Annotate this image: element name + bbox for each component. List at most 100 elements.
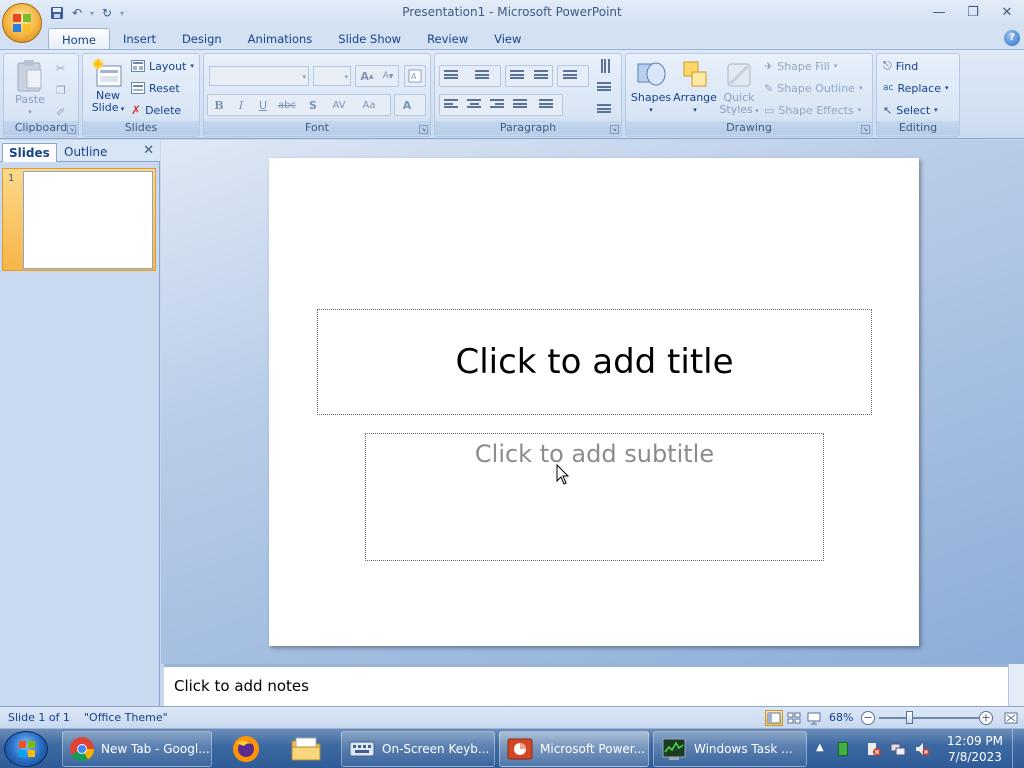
minimize-button[interactable]: — [922, 0, 956, 24]
change-case-icon[interactable]: Aa [358, 95, 380, 115]
slide-thumbnail-row[interactable]: 1 [2, 168, 156, 271]
align-left-icon[interactable] [440, 95, 462, 115]
clipboard-launcher-icon[interactable]: ↘ [67, 125, 76, 134]
grow-font-icon[interactable]: A ▲ [356, 66, 378, 86]
slide-thumbnail[interactable] [23, 171, 153, 269]
select-button[interactable]: ↖ Select ▾ [883, 100, 938, 120]
drawing-launcher-icon[interactable]: ↘ [861, 125, 870, 134]
font-name-combo[interactable]: ▾ [209, 66, 309, 86]
clear-formatting-icon[interactable]: A [404, 66, 426, 86]
strikethrough-icon[interactable]: abc [276, 95, 298, 115]
delete-slide-button[interactable]: ✗ Delete [131, 100, 181, 120]
tab-home[interactable]: Home [48, 28, 110, 50]
window-title: Presentation1 - Microsoft PowerPoint [402, 5, 622, 19]
format-painter-icon[interactable]: ✐ [56, 102, 65, 122]
zoom-slider[interactable] [879, 717, 979, 719]
action-center-icon[interactable] [866, 741, 882, 757]
bold-icon[interactable]: B [208, 95, 230, 115]
align-center-icon[interactable] [463, 95, 485, 115]
replace-icon: ac [883, 83, 894, 93]
slide-show-view-icon[interactable] [805, 710, 823, 726]
text-shadow-icon[interactable]: S [302, 95, 324, 115]
normal-view-icon[interactable] [765, 710, 783, 726]
bullets-icon[interactable] [440, 66, 462, 86]
zoom-out-icon[interactable]: − [861, 711, 875, 725]
subtitle-placeholder[interactable]: Click to add subtitle [365, 433, 824, 561]
fit-to-window-icon[interactable] [1002, 710, 1020, 726]
increase-indent-icon[interactable] [530, 66, 552, 86]
maximize-button[interactable]: ❐ [956, 0, 990, 24]
font-launcher-icon[interactable]: ↘ [419, 125, 428, 134]
shapes-button[interactable]: Shapes ▾ [630, 58, 672, 116]
tab-review[interactable]: Review [414, 28, 481, 50]
line-spacing-icon[interactable] [559, 66, 581, 86]
show-desktop-button[interactable] [1012, 729, 1024, 768]
slides-pane: Slides Outline ✕ 1 [0, 140, 160, 706]
arrange-button[interactable]: Arrange ▾ [673, 58, 717, 116]
character-spacing-icon[interactable]: AV [328, 95, 350, 115]
taskbar-item-chrome[interactable]: New Tab - Googl... [62, 731, 212, 767]
help-icon[interactable]: ? [1004, 30, 1020, 46]
numbering-icon[interactable] [471, 66, 493, 86]
zoom-level-label[interactable]: 68% [829, 711, 853, 724]
show-hidden-icons-icon[interactable]: ▲ [816, 742, 824, 753]
new-slide-icon [92, 58, 122, 87]
shape-effects-button[interactable]: ▭ Shape Effects ▾ [764, 100, 861, 120]
smartart-icon[interactable] [593, 100, 615, 120]
align-text-icon[interactable] [593, 78, 615, 98]
taskbar-item-firefox[interactable] [224, 731, 268, 767]
slide-sorter-view-icon[interactable] [785, 710, 803, 726]
slide-canvas[interactable]: Click to add title Click to add subtitle [269, 158, 919, 646]
decrease-indent-icon[interactable] [506, 66, 528, 86]
shape-outline-button[interactable]: ✎ Shape Outline ▾ [764, 78, 862, 98]
justify-icon[interactable] [509, 95, 531, 115]
italic-icon[interactable]: I [230, 95, 252, 115]
office-button[interactable] [2, 3, 42, 43]
taskbar-item-onscreen-keyboard[interactable]: On-Screen Keyb... [341, 731, 495, 767]
find-button[interactable]: ⎋ Find [883, 56, 918, 76]
tab-slides[interactable]: Slides [2, 143, 57, 162]
network-icon[interactable] [890, 741, 906, 757]
font-size-combo[interactable]: ▾ [313, 66, 351, 86]
zoom-in-icon[interactable]: + [979, 711, 993, 725]
taskbar-item-explorer[interactable] [284, 731, 328, 767]
replace-button[interactable]: ac Replace ▾ [883, 78, 949, 98]
tray-app-icon[interactable] [838, 742, 848, 756]
clock[interactable]: 12:09 PM 7/8/2023 [940, 733, 1010, 765]
layout-button[interactable]: Layout ▾ [131, 56, 194, 76]
shape-fill-button[interactable]: ✈ Shape Fill ▾ [764, 56, 837, 76]
tab-slide-show[interactable]: Slide Show [325, 28, 414, 50]
tab-animations[interactable]: Animations [235, 28, 326, 50]
close-pane-icon[interactable]: ✕ [143, 143, 154, 158]
notes-pane[interactable]: Click to add notes [164, 664, 1008, 706]
cut-icon[interactable]: ✂ [56, 58, 65, 78]
taskbar-item-powerpoint[interactable]: Microsoft Power... [499, 731, 649, 767]
tab-view[interactable]: View [481, 28, 534, 50]
paste-button[interactable]: Paste ▾ [8, 58, 52, 118]
shape-outline-label: Shape Outline [777, 81, 855, 95]
shrink-font-icon[interactable]: A ▼ [377, 66, 399, 86]
close-button[interactable]: ✕ [990, 0, 1024, 24]
tab-design[interactable]: Design [169, 28, 235, 50]
tab-insert[interactable]: Insert [110, 28, 169, 50]
quick-styles-button[interactable]: Quick Styles ▾ [718, 58, 760, 117]
paragraph-group: Paragraph ↘ [434, 53, 622, 137]
text-direction-icon[interactable] [593, 56, 615, 76]
volume-muted-icon[interactable] [914, 741, 930, 757]
paragraph-launcher-icon[interactable]: ↘ [610, 125, 619, 134]
title-placeholder[interactable]: Click to add title [317, 309, 872, 415]
copy-icon[interactable]: ❐ [56, 80, 66, 100]
underline-icon[interactable]: U [252, 95, 274, 115]
notes-scrollbar[interactable] [1008, 664, 1024, 706]
columns-icon[interactable] [535, 95, 557, 115]
zoom-slider-thumb[interactable] [906, 711, 913, 724]
new-slide-button[interactable]: New Slide ▾ [87, 58, 129, 115]
delete-icon: ✗ [131, 103, 142, 117]
start-button[interactable] [4, 731, 48, 767]
font-color-icon[interactable]: A [396, 95, 418, 115]
delete-label: Delete [145, 103, 182, 117]
align-right-icon[interactable] [486, 95, 508, 115]
taskbar-item-task-manager[interactable]: Windows Task ... [653, 731, 807, 767]
tab-outline[interactable]: Outline [58, 143, 113, 162]
reset-button[interactable]: Reset [131, 78, 180, 98]
